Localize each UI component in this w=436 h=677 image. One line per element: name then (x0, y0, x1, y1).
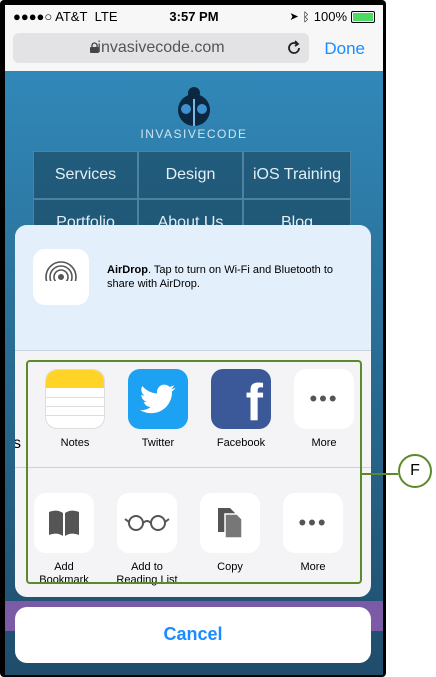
location-icon: ➤ (289, 11, 299, 23)
callout-badge: F (398, 454, 432, 488)
url-text: invasivecode.com (97, 39, 225, 56)
cancel-button[interactable]: Cancel (15, 607, 371, 663)
airdrop-description: AirDrop. Tap to turn on Wi-Fi and Blueto… (107, 264, 334, 290)
app-label-partial: s (15, 435, 21, 452)
airdrop-rings-icon (43, 261, 79, 295)
ladybug-logo-icon (178, 87, 210, 126)
battery-icon (351, 10, 375, 23)
browser-toolbar: invasivecode.com Done (5, 27, 383, 72)
airdrop-icon[interactable] (33, 249, 89, 305)
done-button[interactable]: Done (324, 39, 365, 59)
cancel-label: Cancel (163, 624, 223, 644)
status-right: ➤ ᛒ 100% (289, 9, 375, 24)
nav-services[interactable]: Services (33, 151, 138, 199)
nav-ios-training[interactable]: iOS Training (243, 151, 351, 199)
bluetooth-icon: ᛒ (302, 9, 310, 24)
battery-percent: 100% (313, 9, 347, 24)
status-bar: ●●●●○ AT&T LTE 3:57 PM ➤ ᛒ 100% (5, 5, 383, 27)
highlight-box (26, 360, 362, 584)
nav-design[interactable]: Design (138, 151, 243, 199)
airdrop-section[interactable]: AirDrop. Tap to turn on Wi-Fi and Blueto… (15, 225, 371, 351)
callout-connector (362, 473, 398, 475)
address-bar[interactable]: invasivecode.com (13, 33, 309, 63)
site-brand: INVASIVECODE (140, 127, 248, 141)
reload-icon[interactable] (285, 39, 303, 57)
